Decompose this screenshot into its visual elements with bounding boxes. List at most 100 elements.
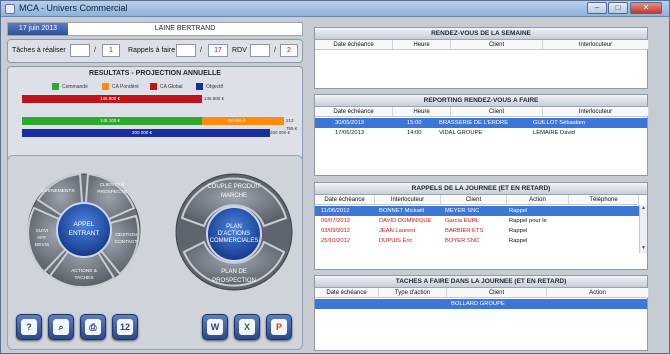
rap-col-interlocuteur[interactable]: Interlocuteur: [375, 195, 441, 205]
rap-r2-action[interactable]: Rappel: [509, 227, 527, 236]
rep-col-heure[interactable]: Heure: [393, 107, 451, 117]
rap-col-action[interactable]: Action: [507, 195, 569, 205]
legend-objectif: Objectif: [196, 83, 223, 90]
tac-col-client[interactable]: Client: [447, 288, 547, 298]
rappels-title: RAPPELS DE LA JOURNEE (ET EN RETARD): [315, 183, 647, 195]
taches-input[interactable]: [70, 44, 90, 57]
rep-col-date[interactable]: Date échéance: [315, 107, 393, 117]
legend-ca-pondere: CA Pondéré: [102, 83, 139, 90]
rappels-separator: /: [200, 47, 202, 54]
rep-r1-heure[interactable]: 14:00: [407, 129, 422, 138]
label-contact: CONTACT: [115, 239, 138, 245]
rap-r2-client[interactable]: BARBIER ETS: [445, 227, 483, 236]
rappels-scrollbar[interactable]: ▲ ▼: [639, 205, 647, 253]
close-button[interactable]: ✕: [630, 2, 662, 14]
maximize-button[interactable]: □: [608, 2, 628, 14]
rdv-semaine-panel: RENDEZ-VOUS DE LA SEMAINE Date échéance …: [314, 27, 649, 89]
header-bar: 17 juin 2013 LAINE BERTRAND: [7, 22, 303, 36]
taches-total[interactable]: [102, 44, 120, 57]
rap-col-telephone[interactable]: Téléphone: [569, 195, 639, 205]
rdv-col-client[interactable]: Client: [451, 40, 543, 50]
minimize-button[interactable]: –: [587, 2, 607, 14]
printer-icon: ⎙: [85, 319, 101, 335]
bar-ca-global-value: 145 800 €: [204, 96, 225, 101]
label-clients: CLIENTS &: [100, 182, 126, 188]
rep-r0-heure[interactable]: 15:00: [407, 119, 422, 128]
rap-r0-date[interactable]: 11/06/2012: [321, 207, 350, 216]
counters-row: Tâches à réaliser / Rappels à faire / RD…: [12, 43, 302, 59]
appel-entrant-line1: APPEL: [74, 221, 95, 228]
rap-col-client[interactable]: Client: [441, 195, 507, 205]
plan-prospection-line1: PLAN DE: [221, 269, 247, 275]
current-date[interactable]: 17 juin 2013: [8, 23, 68, 35]
rep-r1-interlocuteur[interactable]: LEMAIRE David: [533, 129, 575, 138]
help-button[interactable]: ?: [16, 314, 42, 340]
rap-r2-interlocuteur[interactable]: JEAN Laurent: [379, 227, 415, 236]
rep-r0-client[interactable]: BRASSERIE DE L'ERDRE: [439, 119, 508, 128]
calendar-icon: 12: [117, 319, 133, 335]
rap-r3-date[interactable]: 25/10/2012: [321, 237, 350, 246]
rdv-input[interactable]: [250, 44, 270, 57]
app-icon: [5, 4, 15, 14]
label-evenements: EVENEMENTS: [41, 188, 74, 194]
word-button[interactable]: W: [202, 314, 228, 340]
rdv-separator: /: [274, 47, 276, 54]
rap-r0-client[interactable]: MEYER SNC: [445, 207, 479, 216]
rap-r0-interlocuteur[interactable]: BONNET Mickaël: [379, 207, 424, 216]
label-gestion: GESTION: [115, 232, 137, 238]
powerpoint-button[interactable]: P: [266, 314, 292, 340]
rdv-col-interlocuteur[interactable]: Interlocuteur: [543, 40, 649, 50]
rap-r2-date[interactable]: 03/09/2012: [321, 227, 350, 236]
plan-actions-line3: COMMERCIALES: [210, 238, 259, 244]
rap-col-date[interactable]: Date échéance: [315, 195, 375, 205]
reporting-panel: REPORTING RENDEZ-VOUS A FAIRE Date échéa…: [314, 94, 649, 176]
rap-r3-client[interactable]: BOYER SNC: [445, 237, 479, 246]
tac-col-action[interactable]: Action: [547, 288, 649, 298]
tac-col-type[interactable]: Type d'action: [379, 288, 447, 298]
title-bar[interactable]: MCA - Univers Commercial – □ ✕: [1, 1, 669, 17]
powerpoint-icon: P: [271, 319, 287, 335]
rap-r1-client[interactable]: Garcia EURL: [445, 217, 479, 226]
rap-r3-interlocuteur[interactable]: DUPUIS Eric: [379, 237, 413, 246]
rep-col-interlocuteur[interactable]: Interlocuteur: [543, 107, 649, 117]
bar-commande: 145 100 €: [22, 117, 202, 125]
help-icon: ?: [21, 319, 37, 335]
rap-r1-interlocuteur[interactable]: DAVID DOMINIQUE: [379, 217, 431, 226]
calendar-button[interactable]: 12: [112, 314, 138, 340]
bar-objectif-value: 200 000 €: [270, 130, 291, 135]
rep-r0-interlocuteur[interactable]: GUILLOT Sébastien: [533, 119, 585, 128]
results-panel: RESULTATS - PROJECTION ANNUELLE Commandé…: [7, 66, 303, 166]
word-icon: W: [207, 319, 223, 335]
rap-r0-action[interactable]: Rappel: [509, 207, 527, 216]
window-title: MCA - Univers Commercial: [19, 3, 128, 13]
label-aff: AFF.: [37, 235, 47, 241]
scroll-up-icon[interactable]: ▲: [640, 205, 647, 212]
counters-panel: Tâches à réaliser / Rappels à faire / RD…: [7, 39, 303, 63]
legend-commande: Commandé: [52, 83, 88, 90]
rdv-col-heure[interactable]: Heure: [393, 40, 451, 50]
rappels-total[interactable]: [208, 44, 228, 57]
rappels-input[interactable]: [176, 44, 196, 57]
search-button[interactable]: ⌕: [48, 314, 74, 340]
rep-r1-client[interactable]: VIDAL GROUPE: [439, 129, 482, 138]
legend-ca-global: CA Global: [150, 83, 183, 90]
couple-produit-line1: COUPLE PRODUIT: [207, 184, 261, 190]
excel-icon: X: [239, 319, 255, 335]
label-actions: ACTIONS &: [71, 268, 98, 274]
rep-col-client[interactable]: Client: [451, 107, 543, 117]
scroll-down-icon[interactable]: ▼: [640, 245, 647, 252]
plan-actions-line2: D'ACTIONS: [218, 231, 250, 237]
rap-r1-date[interactable]: 06/07/2012: [321, 217, 350, 226]
rep-r0-date[interactable]: 30/05/2013: [335, 119, 364, 128]
tac-r0-client[interactable]: BOLLARD GROUPE: [451, 300, 505, 309]
rep-r1-date[interactable]: 17/06/2013: [335, 129, 364, 138]
print-button[interactable]: ⎙: [80, 314, 106, 340]
rap-r3-action[interactable]: Rappel: [509, 237, 527, 246]
excel-button[interactable]: X: [234, 314, 260, 340]
tac-col-date[interactable]: Date échéance: [315, 288, 379, 298]
rap-r1-action[interactable]: Rappel pour le: [509, 217, 547, 226]
main-area: 17 juin 2013 LAINE BERTRAND Tâches à réa…: [5, 19, 667, 352]
rdv-col-date[interactable]: Date échéance: [315, 40, 393, 50]
rdv-total[interactable]: [280, 44, 298, 57]
user-name: LAINE BERTRAND: [154, 25, 216, 32]
